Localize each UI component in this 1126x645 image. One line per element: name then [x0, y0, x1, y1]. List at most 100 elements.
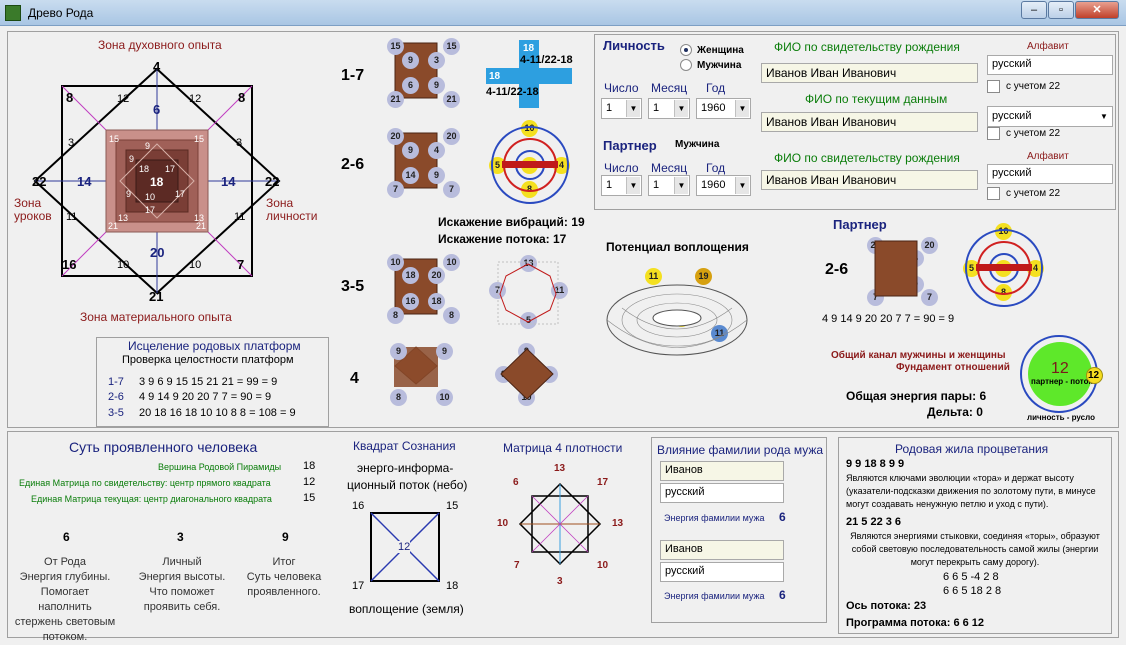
- oct-r4c: 17: [175, 189, 186, 199]
- essence-col-number: 3: [177, 530, 184, 544]
- oct-r1b: 9: [145, 141, 151, 151]
- p26-inner: 4: [428, 142, 445, 159]
- oct-inner-top: 6: [153, 102, 161, 117]
- close-button[interactable]: ✕: [1075, 1, 1119, 19]
- oct-side-lb: 11: [66, 211, 78, 223]
- essence-col-text: От Рода Энергия глубины. Помогает наполн…: [14, 556, 116, 643]
- alphabet-label: Алфавит: [1027, 41, 1069, 52]
- oct-tr: 8: [238, 90, 246, 105]
- p35-corner: 8: [387, 307, 404, 324]
- day-select[interactable]: 1 ▼: [601, 98, 642, 119]
- vein-seq-1: 9 9 18 8 9 9: [846, 458, 905, 470]
- oct-bl: 16: [62, 257, 77, 272]
- oct-r1a: 15: [109, 134, 120, 144]
- channel-title-1: Общий канал мужчины и женщины: [831, 350, 1006, 361]
- alphabet-select[interactable]: русский ▼: [987, 106, 1113, 127]
- oct-center: 18: [150, 175, 164, 189]
- year-select[interactable]: 1960 ▼: [696, 98, 751, 119]
- matrix4-left: 10: [497, 518, 509, 529]
- matrix4-right: 13: [612, 518, 624, 529]
- partner-title: Партнер: [833, 217, 887, 232]
- consciousness-br: 18: [446, 580, 459, 592]
- p35-inner: 16: [402, 293, 419, 310]
- minimize-button[interactable]: ‒: [1021, 1, 1047, 19]
- partner-fio-input[interactable]: Иванов Иван Иванович: [761, 170, 978, 190]
- window-title: Древо Рода: [28, 6, 94, 20]
- oct-sq21b: 21: [196, 221, 207, 231]
- husband-name-1[interactable]: Иванов: [660, 461, 784, 481]
- p35-inner: 20: [428, 267, 445, 284]
- cross-bottom-text: 4-11/22-18: [486, 86, 539, 98]
- partner-month-select[interactable]: 1 ▼: [648, 175, 690, 196]
- platform-3-5-label: 3-5: [341, 278, 365, 295]
- essence-row-label: Единая Матрица текущая: центр диагональн…: [31, 494, 272, 504]
- fio-current-input[interactable]: Иванов Иван Иванович: [761, 112, 978, 132]
- healing-row-key: 3-5: [108, 407, 124, 419]
- p26-inner: 14: [402, 167, 419, 184]
- channel-inner-text: партнер - поток: [1031, 377, 1093, 386]
- cross-n2: 18: [489, 71, 501, 82]
- partner-ring: [965, 229, 1043, 307]
- vein-title: Родовая жила процветания: [895, 442, 1049, 456]
- p4-corner: 9: [436, 343, 453, 360]
- partner-alphabet-input[interactable]: русский: [987, 164, 1113, 184]
- consciousness-bl: 17: [352, 580, 365, 592]
- maximize-button[interactable]: ▫: [1048, 1, 1074, 19]
- diamond-4: [500, 348, 554, 400]
- p26-corner: 7: [443, 181, 460, 198]
- healing-row-value: 3 9 6 9 15 15 21 21 = 99 = 9: [139, 376, 278, 388]
- oct-r4b: 10: [145, 192, 156, 202]
- alphabet-input-1[interactable]: русский: [987, 55, 1113, 75]
- year-label: Год: [706, 81, 726, 95]
- male-radio[interactable]: [680, 59, 692, 71]
- zone-lessons-label-2: уроков: [14, 209, 52, 223]
- husband-lang-1[interactable]: русский: [660, 483, 784, 503]
- p35-corner: 10: [443, 254, 460, 271]
- female-radio[interactable]: [680, 44, 692, 56]
- p35-inner: 18: [402, 267, 419, 284]
- p26-corner: 7: [387, 181, 404, 198]
- healing-row-key: 2-6: [108, 391, 124, 403]
- matrix4-br: 10: [597, 560, 609, 571]
- with22-checkbox-1[interactable]: [987, 80, 1000, 93]
- month-select[interactable]: 1 ▼: [648, 98, 690, 119]
- essence-row-value: 12: [303, 476, 316, 488]
- essence-col-number: 9: [282, 530, 289, 544]
- fio-birth-input[interactable]: Иванов Иван Иванович: [761, 63, 978, 83]
- healing-row-value: 20 18 16 18 10 10 8 8 = 108 = 9: [139, 407, 296, 419]
- partner-year-label: Год: [706, 161, 726, 175]
- husband-title: Влияние фамилии рода мужа: [657, 443, 824, 457]
- p26-corner: 20: [443, 128, 460, 145]
- with22-label-3: с учетом 22: [1006, 188, 1061, 199]
- partner-form-title: Партнер: [603, 138, 657, 153]
- consciousness-tl: 16: [352, 500, 365, 512]
- matrix4-tr: 17: [597, 477, 609, 488]
- consciousness-center: 12: [398, 541, 411, 553]
- partner-day-select[interactable]: 1 ▼: [601, 175, 642, 196]
- app-tree-icon: [5, 5, 21, 21]
- husband-name-2[interactable]: Иванов: [660, 540, 784, 560]
- vein-line-1: 6 6 5 -4 2 8: [943, 571, 999, 583]
- oct-r3a: 13: [118, 213, 129, 223]
- vein-text-1: Являются ключами эволюции «тора» и держа…: [846, 473, 1096, 509]
- partner-year-select[interactable]: 1960 ▼: [696, 175, 751, 196]
- with22-checkbox-2[interactable]: [987, 127, 1000, 140]
- essence-row-value: 18: [303, 460, 316, 472]
- with22-checkbox-3[interactable]: [987, 187, 1000, 200]
- p17-inner: 3: [428, 52, 445, 69]
- husband-lang-2[interactable]: русский: [660, 562, 784, 582]
- octagon-3-5: [497, 261, 559, 325]
- p17-inner: 9: [428, 77, 445, 94]
- consciousness-top-1: энерго-информа-: [357, 461, 454, 475]
- personality-title: Личность: [603, 38, 665, 53]
- partner-day-label: Число: [604, 161, 639, 175]
- platform-4-label: 4: [350, 370, 359, 387]
- essence-col-text: Итог Суть человека проявленного.: [246, 556, 322, 598]
- partner-fio-birth-label: ФИО по свидетельству рождения: [774, 151, 960, 165]
- p26-inner: 9: [428, 167, 445, 184]
- partner-square: [874, 240, 918, 297]
- oct-r2c: 17: [165, 164, 176, 174]
- essence-title: Суть проявленного человека: [69, 439, 258, 455]
- oct-side-lt: 3: [68, 137, 75, 149]
- partner-platform-label: 2-6: [825, 261, 849, 278]
